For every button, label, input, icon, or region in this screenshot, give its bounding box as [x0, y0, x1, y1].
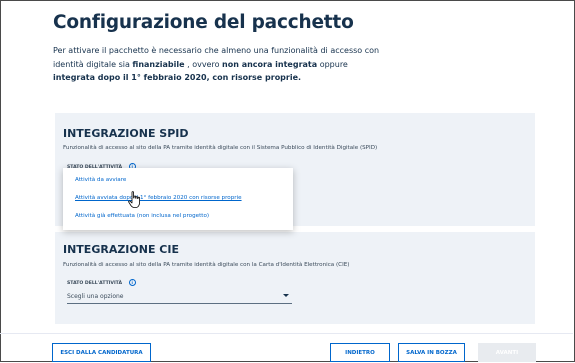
footer-divider — [0, 333, 573, 334]
chevron-down-icon — [283, 294, 289, 297]
save-draft-button[interactable]: SALVA IN BOZZA — [398, 343, 465, 362]
spid-section-title: INTEGRAZIONE SPID — [63, 127, 189, 140]
cie-status-select-value: Scegli una opzione — [67, 293, 124, 300]
dropdown-option-avviata[interactable]: Attività avviata dopo il 1° febbraio 202… — [75, 195, 242, 201]
info-icon[interactable]: i — [128, 279, 136, 286]
intro-bold-integrata: integrata dopo il 1° febbraio 2020, con … — [53, 73, 302, 82]
intro-text-part: , ovvero — [184, 59, 223, 69]
cie-status-select[interactable]: Scegli una opzione — [67, 289, 292, 304]
spid-section-description: Funzionalità di accesso al sito della PA… — [63, 145, 378, 151]
cie-section: INTEGRAZIONE CIE Funzionalità di accesso… — [55, 232, 535, 324]
cie-section-title: INTEGRAZIONE CIE — [63, 243, 179, 256]
intro-bold-non-integrata: non ancora integrata — [222, 59, 318, 69]
dropdown-option-gia-effettuata[interactable]: Attività già effettuata (non inclusa nel… — [75, 213, 209, 219]
spid-status-dropdown: Attività da avviare Attività avviata dop… — [63, 168, 293, 230]
hand-pointer-icon — [128, 191, 140, 208]
next-button[interactable]: AVANTI — [478, 343, 536, 362]
cie-status-label-text: STATO DELL'ATTIVITÀ — [67, 281, 123, 286]
exit-application-button[interactable]: ESCI DALLA CANDIDATURA — [52, 343, 151, 362]
cie-status-label: STATO DELL'ATTIVITÀ i — [67, 279, 136, 286]
cie-section-description: Funzionalità di accesso al sito della PA… — [63, 262, 350, 268]
intro-text: Per attivare il pacchetto è necessario c… — [53, 44, 383, 85]
intro-bold-finanziabile: finanziabile — [132, 59, 185, 69]
page-title: Configurazione del pacchetto — [53, 12, 354, 33]
intro-text-part: oppure — [317, 59, 348, 69]
back-button[interactable]: INDIETRO — [330, 343, 390, 362]
dropdown-option-da-avviare[interactable]: Attività da avviare — [75, 177, 126, 183]
